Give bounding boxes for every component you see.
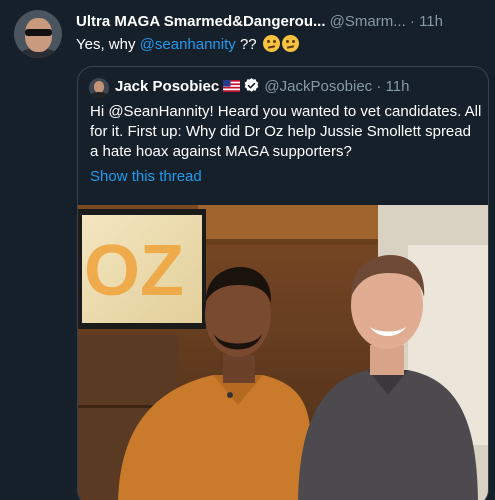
quoted-tweet-header: Jack Posobiec @JackPosobiec · 11h: [115, 77, 409, 97]
photo-illustration: OZ: [78, 205, 488, 500]
quoted-author-avatar[interactable]: [89, 78, 109, 98]
tweet-text: Yes, why @seanhannity ??: [76, 35, 486, 55]
show-thread-link[interactable]: Show this thread: [90, 167, 202, 187]
avatar-sunglasses: [25, 29, 52, 36]
separator-dot: ·: [376, 78, 382, 95]
attached-photo[interactable]: OZ: [78, 205, 488, 500]
quoted-tweet-text: Hi @SeanHannity! Heard you wanted to vet…: [90, 103, 482, 160]
separator-dot: ·: [409, 13, 415, 30]
author-handle[interactable]: @Smarm...: [330, 13, 406, 30]
tweet[interactable]: Ultra MAGA Smarmed&Dangerou... @Smarm...…: [0, 0, 495, 500]
thinking-face-emoji-icon: [262, 35, 280, 52]
tweet-header: Ultra MAGA Smarmed&Dangerou... @Smarm...…: [76, 12, 486, 32]
quoted-tweet-timestamp[interactable]: 11h: [386, 78, 410, 95]
tweet-timestamp[interactable]: 11h: [419, 13, 443, 30]
author-name[interactable]: Ultra MAGA Smarmed&Dangerou...: [76, 13, 326, 30]
tweet-text-prefix: Yes, why: [76, 36, 136, 53]
mention-link[interactable]: @seanhannity: [140, 36, 236, 53]
quoted-tweet[interactable]: Jack Posobiec @JackPosobiec · 11h Hi @Se…: [77, 66, 489, 500]
verified-badge-icon: [244, 78, 259, 92]
author-avatar[interactable]: [14, 10, 62, 58]
us-flag-icon: [223, 80, 241, 92]
thinking-face-emoji-icon: [281, 35, 299, 52]
svg-text:OZ: OZ: [84, 231, 184, 311]
tweet-text-suffix: ??: [239, 36, 257, 53]
quoted-author-name[interactable]: Jack Posobiec: [115, 78, 219, 95]
quoted-author-handle[interactable]: @JackPosobiec: [264, 78, 372, 95]
